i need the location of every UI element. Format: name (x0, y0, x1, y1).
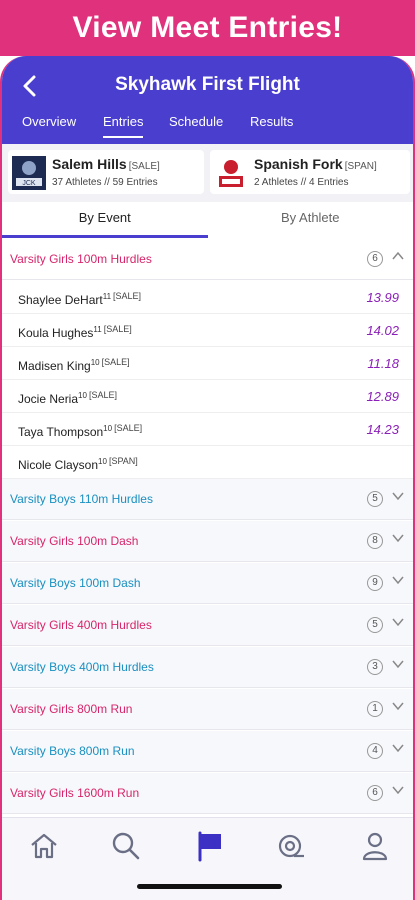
event-name: Varsity Girls 400m Hurdles (10, 618, 152, 632)
chevron-down-icon (392, 744, 404, 753)
event-row[interactable]: Varsity Boys 800m Run 4 (2, 731, 413, 772)
athlete-row[interactable]: Jocie Neria10 [SALE] 12.89 (2, 380, 413, 413)
event-name: Varsity Boys 800m Run (10, 744, 135, 758)
entry-count-badge: 4 (367, 743, 383, 759)
chevron-down-icon (392, 534, 404, 543)
entry-count-badge: 1 (367, 701, 383, 717)
tab-by-athlete[interactable]: By Athlete (208, 202, 414, 238)
meet-title: Skyhawk First Flight (115, 74, 300, 95)
chevron-up-icon (392, 251, 404, 260)
seed-mark: 14.23 (366, 422, 399, 437)
spanish-fork-logo-icon (214, 156, 248, 190)
promo-text: View Meet Entries! (72, 11, 343, 44)
event-row[interactable]: Varsity Boys 110m Hurdles 5 (2, 479, 413, 520)
athlete-row[interactable]: Koula Hughes11 [SALE] 14.02 (2, 314, 413, 347)
tab-overview[interactable]: Overview (22, 114, 76, 138)
team-card-salem-hills[interactable]: JCK Salem Hills [SALE] 37 Athletes // 59 … (8, 150, 204, 194)
chevron-down-icon (392, 660, 404, 669)
tab-by-event[interactable]: By Event (2, 202, 208, 238)
athlete-name: Madisen King10 [SALE] (18, 357, 130, 373)
team-stats: 2 Athletes // 4 Entries (254, 177, 349, 188)
athlete-row[interactable]: Shaylee DeHart11 [SALE] 13.99 (2, 281, 413, 314)
athlete-name: Taya Thompson10 [SALE] (18, 423, 143, 439)
athlete-row[interactable]: Madisen King10 [SALE] 11.18 (2, 347, 413, 380)
chevron-down-icon (392, 618, 404, 627)
athlete-name: Nicole Clayson10 [SPAN] (18, 456, 138, 472)
entry-count-badge: 6 (367, 251, 383, 267)
event-name: Varsity Boys 400m Hurdles (10, 660, 154, 674)
entry-count-badge: 9 (367, 575, 383, 591)
entry-count-badge: 5 (367, 617, 383, 633)
home-icon[interactable] (28, 830, 60, 862)
meet-tabs: Overview Entries Schedule Results (2, 114, 413, 144)
event-row[interactable]: Varsity Girls 800m Run 1 (2, 689, 413, 730)
event-row[interactable]: Varsity Girls 100m Dash 8 (2, 521, 413, 562)
event-name: Varsity Girls 100m Hurdles (10, 252, 152, 266)
salem-hills-logo-icon: JCK (12, 156, 46, 190)
seed-mark: 13.99 (366, 290, 399, 305)
athlete-name: Koula Hughes11 [SALE] (18, 324, 132, 340)
entry-count-badge: 6 (367, 785, 383, 801)
athlete-row[interactable]: Nicole Clayson10 [SPAN] (2, 446, 413, 479)
seed-mark: 12.89 (366, 389, 399, 404)
chevron-down-icon (392, 786, 404, 795)
app-screen: Skyhawk First Flight Overview Entries Sc… (0, 56, 415, 900)
flag-icon[interactable] (194, 830, 226, 862)
chevron-down-icon (392, 492, 404, 501)
profile-icon[interactable] (359, 830, 391, 862)
tab-results[interactable]: Results (250, 114, 293, 138)
entry-count-badge: 8 (367, 533, 383, 549)
athlete-row[interactable]: Taya Thompson10 [SALE] 14.23 (2, 413, 413, 446)
search-icon[interactable] (110, 830, 142, 862)
svg-text:JCK: JCK (22, 180, 36, 187)
seed-mark: 14.02 (366, 323, 399, 338)
seed-mark: 11.18 (367, 356, 399, 371)
athlete-name: Jocie Neria10 [SALE] (18, 390, 117, 406)
team-name: Salem Hills [SALE] (52, 156, 160, 172)
event-list: Varsity Girls 100m Hurdles 6 Shaylee DeH… (2, 239, 413, 817)
chevron-down-icon (392, 702, 404, 711)
view-toggle: By Event By Athlete (2, 202, 413, 238)
entry-count-badge: 3 (367, 659, 383, 675)
event-name: Varsity Boys 100m Dash (10, 576, 141, 590)
event-row[interactable]: Varsity Boys 100m Dash 9 (2, 563, 413, 604)
event-name: Varsity Girls 800m Run (10, 702, 133, 716)
event-name: Varsity Boys 110m Hurdles (10, 492, 153, 506)
athlete-name: Shaylee DeHart11 [SALE] (18, 291, 142, 307)
tab-schedule[interactable]: Schedule (169, 114, 223, 138)
event-row[interactable]: Varsity Boys 400m Hurdles 3 (2, 647, 413, 688)
event-row-expanded[interactable]: Varsity Girls 100m Hurdles 6 (2, 239, 413, 280)
event-name: Varsity Girls 1600m Run (10, 786, 140, 800)
team-stats: 37 Athletes // 59 Entries (52, 177, 158, 188)
target-icon[interactable] (274, 830, 306, 862)
chevron-down-icon (392, 576, 404, 585)
teams-row: JCK Salem Hills [SALE] 37 Athletes // 59 … (2, 144, 413, 202)
home-indicator[interactable] (137, 884, 282, 889)
team-card-spanish-fork[interactable]: Spanish Fork [SPAN] 2 Athletes // 4 Entri… (210, 150, 410, 194)
event-name: Varsity Girls 100m Dash (10, 534, 139, 548)
tab-entries[interactable]: Entries (103, 114, 144, 138)
app-header: Skyhawk First Flight Overview Entries Sc… (2, 56, 413, 144)
event-row[interactable]: Varsity Girls 1600m Run 6 (2, 773, 413, 814)
entry-count-badge: 5 (367, 491, 383, 507)
promo-banner: View Meet Entries! (0, 0, 415, 56)
team-name: Spanish Fork [SPAN] (254, 156, 377, 172)
event-row[interactable]: Varsity Girls 400m Hurdles 5 (2, 605, 413, 646)
